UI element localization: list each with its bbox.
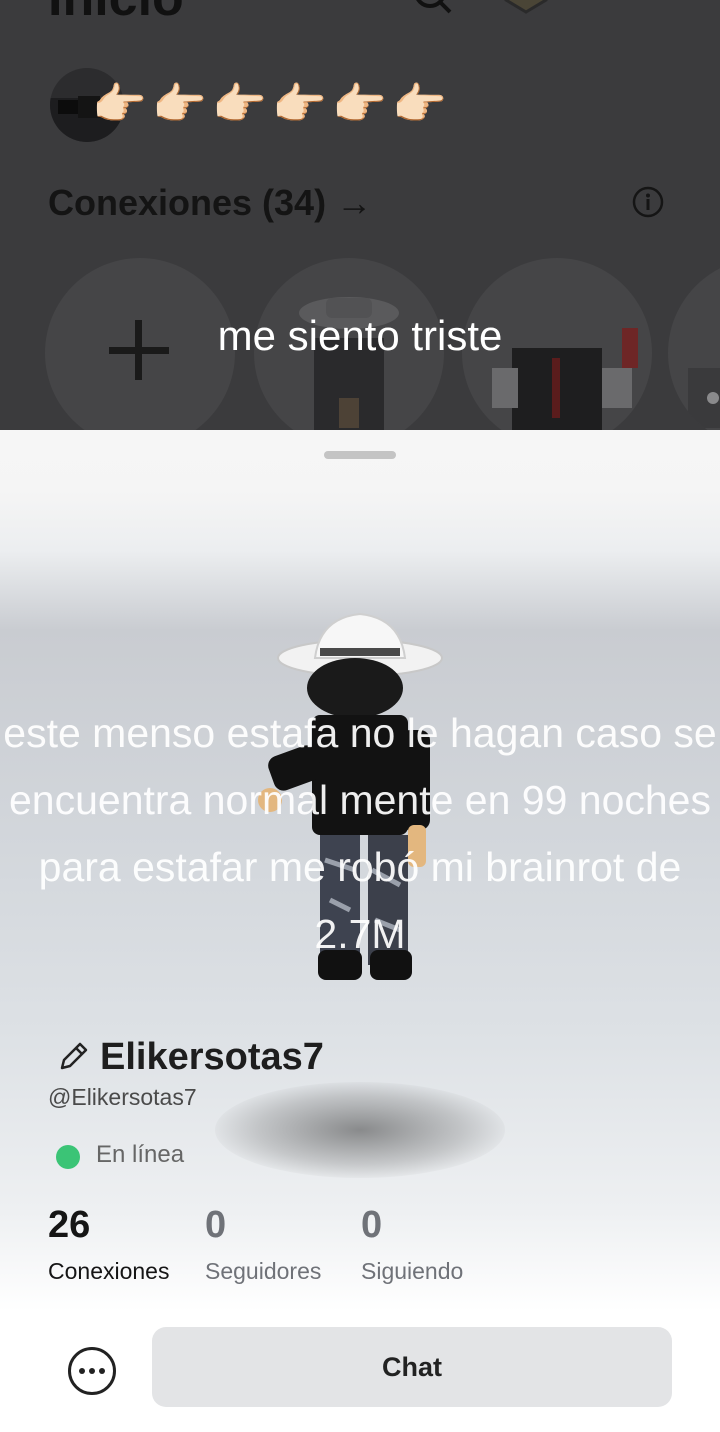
pointing-hand-icon: 👉🏻: [92, 80, 150, 129]
pointing-hand-icon: 👉🏻: [152, 80, 210, 129]
story-caption: me siento triste: [217, 312, 503, 359]
stat-value: 0: [361, 1204, 383, 1246]
info-icon[interactable]: [632, 186, 664, 218]
pointing-hand-icon: 👉🏻: [392, 80, 450, 129]
page-title: Inicio: [48, 0, 184, 28]
edit-pencil-icon[interactable]: [58, 1040, 90, 1072]
premium-badge-icon[interactable]: [504, 0, 548, 20]
pointing-hand-icon: 👉🏻: [212, 80, 270, 129]
online-status-text: En línea: [96, 1141, 185, 1168]
chat-button[interactable]: Chat: [152, 1327, 672, 1407]
profile-bottom-sheet: este menso estafa no le hagan caso se en…: [0, 430, 720, 1432]
search-icon[interactable]: [410, 0, 454, 20]
more-options-button[interactable]: [68, 1347, 116, 1395]
notifications-icon[interactable]: [600, 0, 644, 20]
more-options-icon: [79, 1368, 85, 1374]
profile-username: @Elikersotas7: [48, 1084, 197, 1110]
stat-followers[interactable]: 0 Seguidores: [205, 1204, 321, 1285]
pointing-hand-icon: 👉🏻: [272, 80, 330, 129]
stat-connections[interactable]: 26 Conexiones: [48, 1204, 169, 1285]
profile-display-name: Elikersotas7: [100, 1036, 324, 1078]
overlay-caption: este menso estafa no le hagan caso se en…: [3, 710, 717, 957]
stat-label: Siguiendo: [361, 1258, 464, 1284]
connections-section-title[interactable]: Conexiones (34) →: [48, 182, 372, 224]
drag-handle[interactable]: [324, 451, 396, 459]
stat-label: Conexiones: [48, 1258, 170, 1284]
pointing-hand-icon: 👉🏻: [332, 80, 390, 129]
stat-following[interactable]: 0 Siguiendo: [361, 1204, 463, 1285]
stat-value: 26: [48, 1204, 91, 1246]
more-options-icon: [89, 1368, 95, 1374]
stat-value: 0: [205, 1204, 227, 1246]
online-status-dot: [56, 1145, 80, 1169]
home-screen-background: Inicio 👉🏻👉🏻👉🏻👉🏻👉🏻👉🏻 Conexiones (34) →: [0, 0, 720, 430]
avatar-shadow: [215, 1082, 505, 1178]
status-emoji-row: 👉🏻👉🏻👉🏻👉🏻👉🏻👉🏻: [92, 78, 452, 130]
stat-label: Seguidores: [205, 1258, 322, 1284]
more-options-icon: [99, 1368, 105, 1374]
